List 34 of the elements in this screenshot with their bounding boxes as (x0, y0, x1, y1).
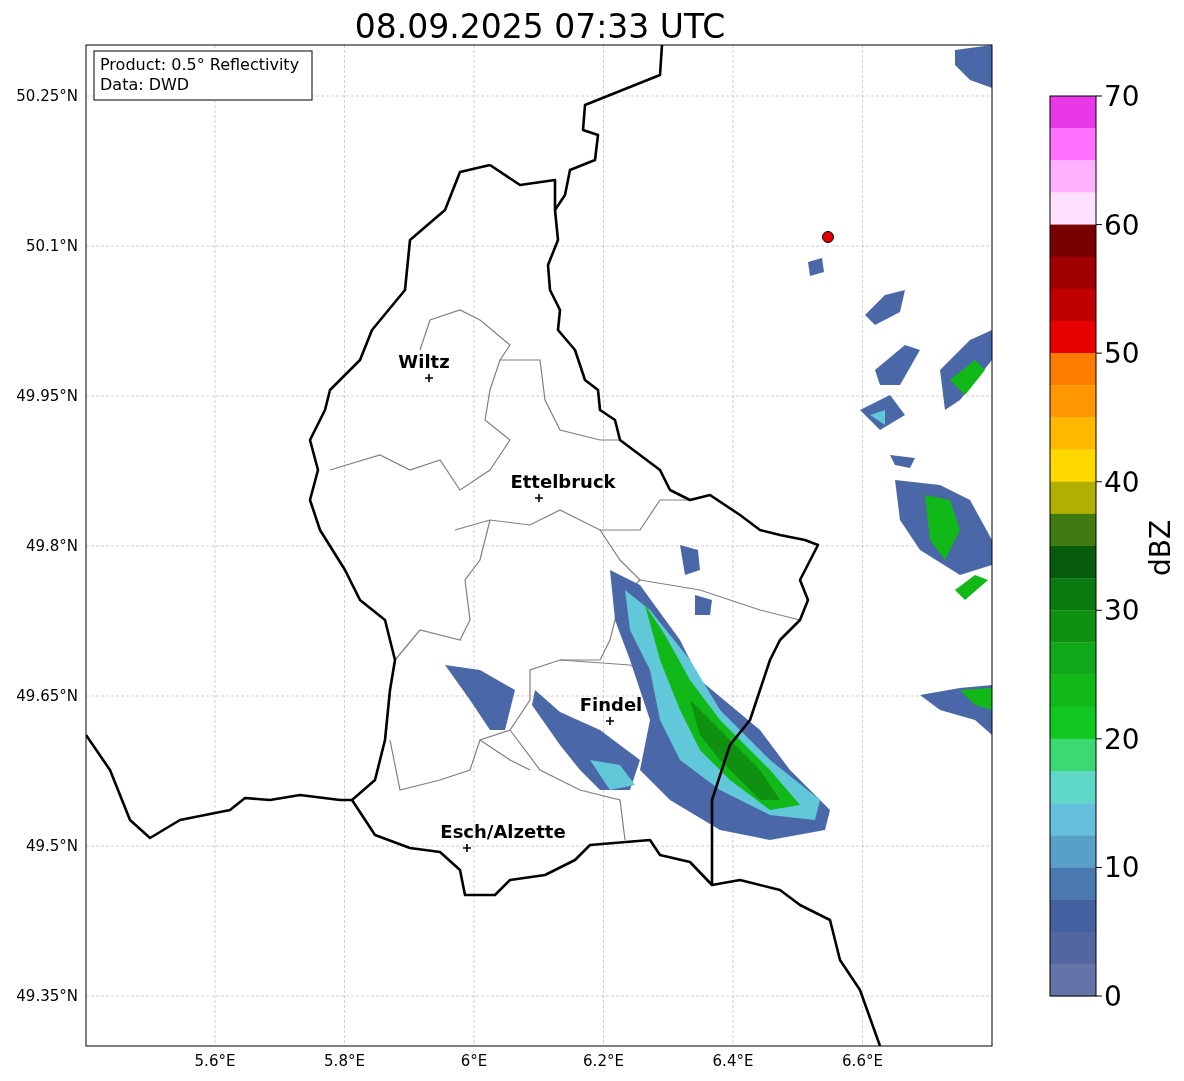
city-label: Wiltz (398, 351, 450, 372)
figure-title: 08.09.2025 07:33 UTC (354, 7, 726, 46)
latitude-label: 49.35°N (16, 987, 78, 1005)
longitude-label: 6°E (460, 1052, 488, 1070)
latitude-label: 50.25°N (16, 87, 78, 105)
city-label: Esch/Alzette (440, 821, 566, 842)
colorbar-tick-label: 40 (1104, 465, 1140, 499)
longitude-label: 6.6°E (842, 1052, 883, 1070)
colorbar-tick-label: 10 (1104, 851, 1140, 885)
longitude-label: 6.4°E (712, 1052, 754, 1070)
longitude-label: 5.8°E (324, 1052, 365, 1070)
info-text: Product: 0.5° Reflectivity (100, 55, 300, 74)
city-label: Findel (579, 694, 643, 715)
latitude-label: 49.5°N (25, 837, 78, 855)
longitude-label: 6.2°E (583, 1052, 624, 1070)
city-label: Ettelbruck (510, 471, 616, 492)
city-marker-icon (424, 373, 434, 383)
longitude-label: 5.6°E (194, 1052, 236, 1070)
city-marker-icon (462, 843, 472, 853)
latitude-label: 49.95°N (16, 387, 78, 405)
latitude-label: 49.8°N (25, 537, 78, 555)
latitude-label: 50.1°N (25, 237, 78, 255)
latitude-label: 49.65°N (16, 687, 78, 705)
colorbar-tick-label: 20 (1104, 722, 1140, 756)
colorbar-tick-label: 70 (1104, 80, 1140, 113)
colorbar-tick-label: 0 (1104, 980, 1122, 1013)
colorbar-tick-label: 60 (1104, 208, 1140, 242)
radar-site-marker (822, 231, 834, 243)
colorbar-label: dBZ (1144, 519, 1177, 577)
colorbar-tick-label: 30 (1104, 594, 1140, 628)
city-marker-icon (534, 493, 544, 503)
info-text: Data: DWD (100, 75, 190, 94)
colorbar-tick-label: 50 (1104, 337, 1140, 371)
city-marker-icon (605, 716, 615, 726)
